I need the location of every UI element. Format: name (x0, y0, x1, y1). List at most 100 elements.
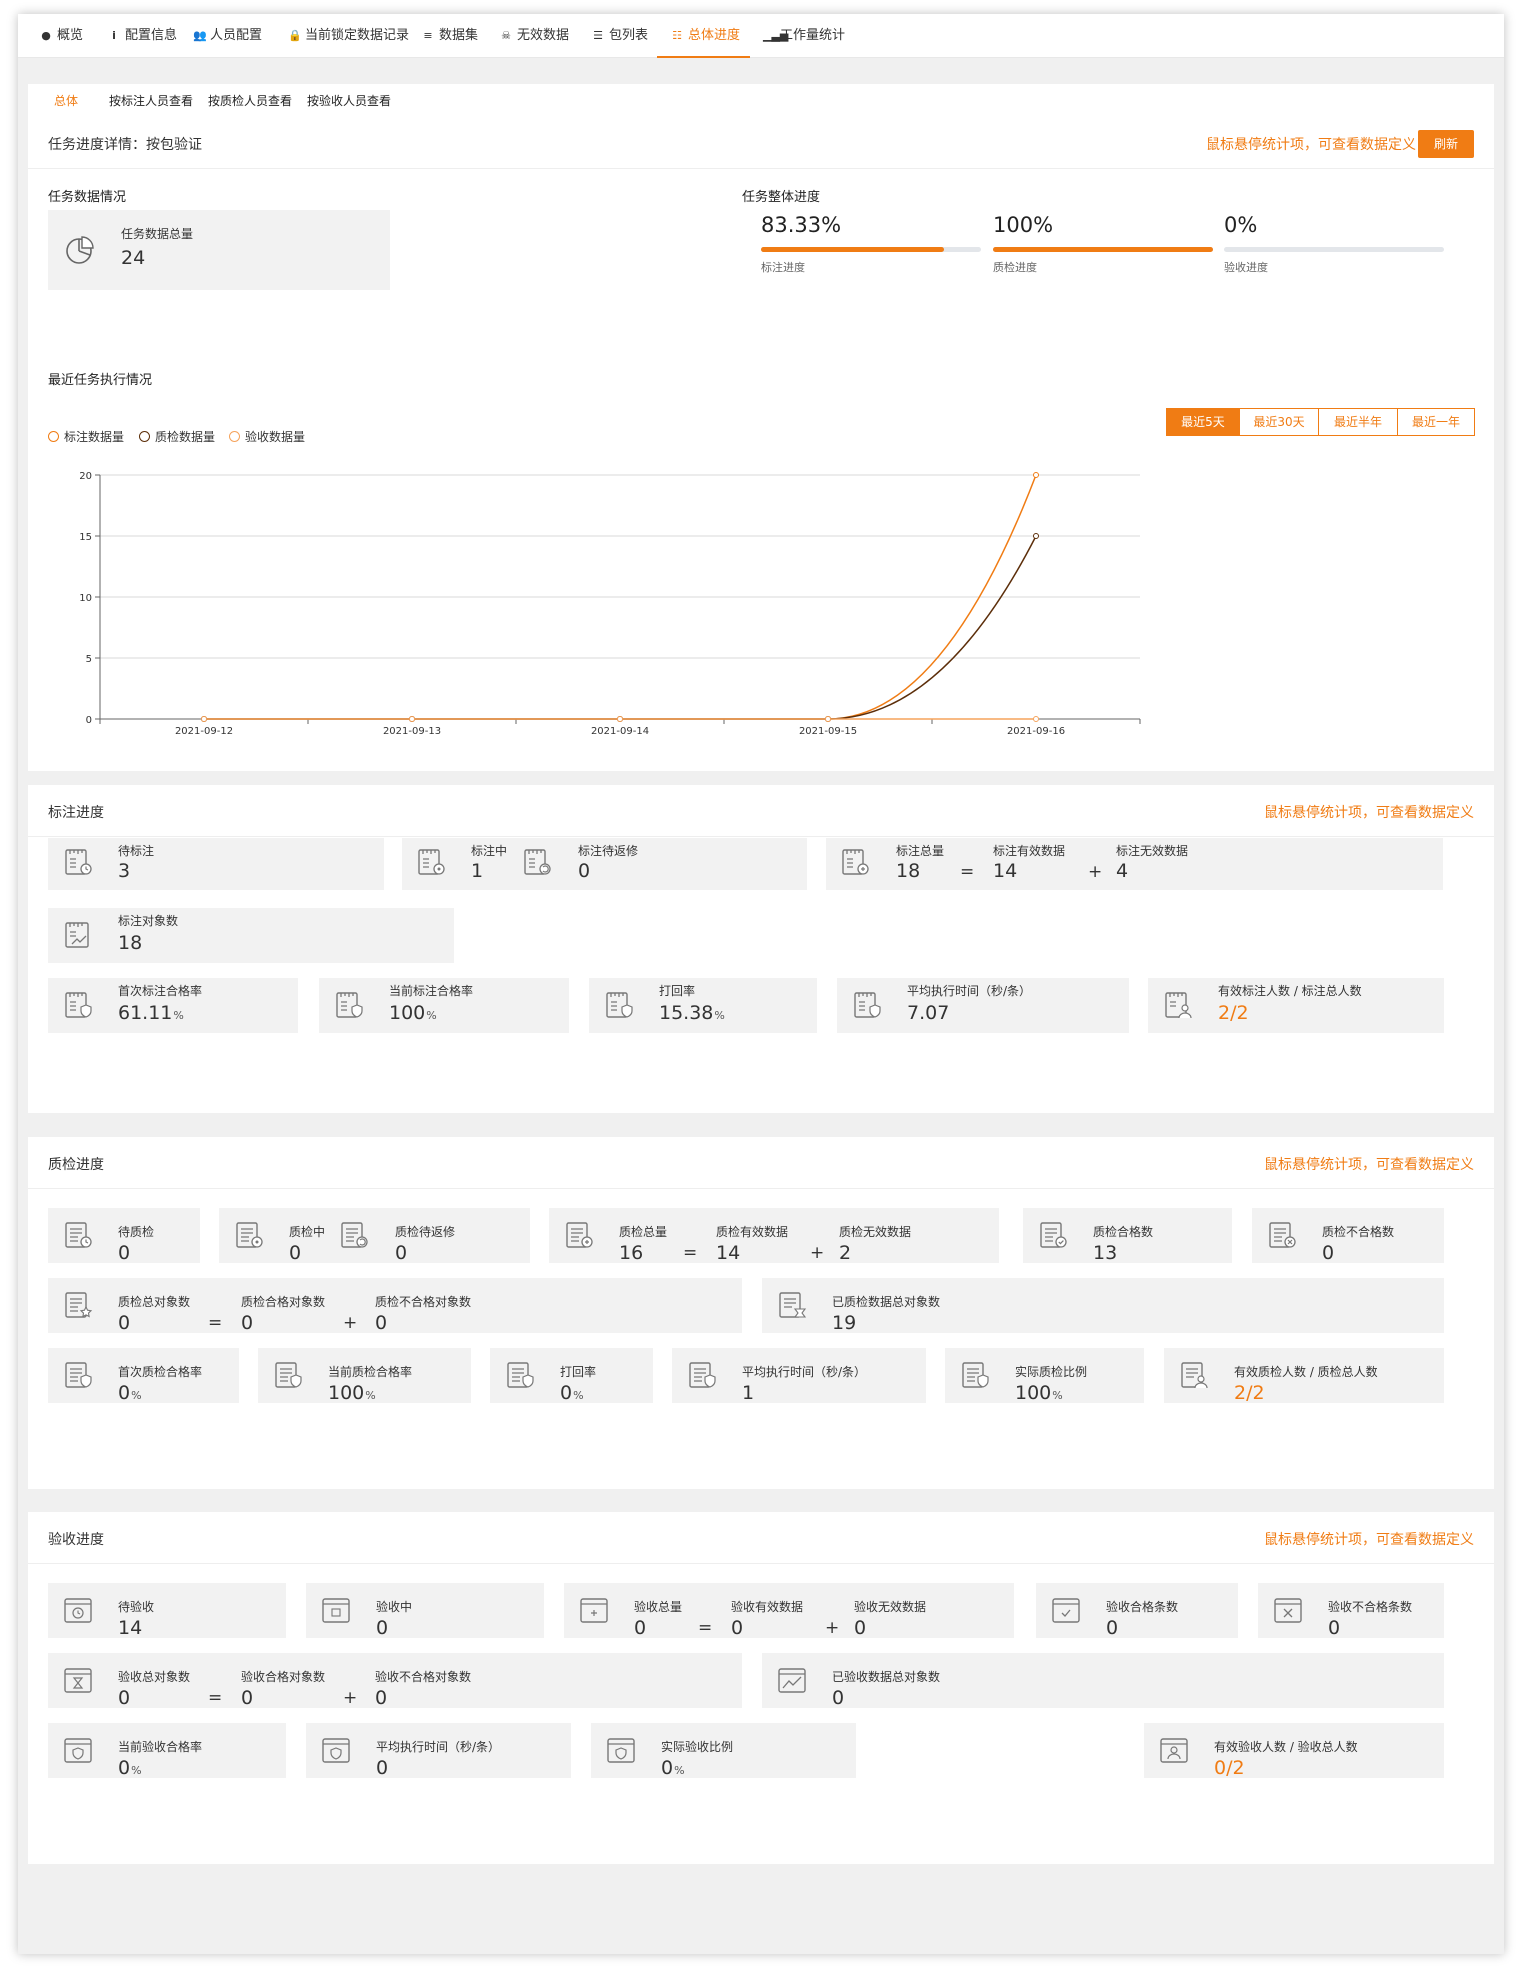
qc-fail-count-value: 0 (1322, 1242, 1335, 1264)
legend-qc[interactable]: 质检数据量 (139, 428, 215, 445)
acceptance-pass-card: 验收合格条数 0 (1036, 1583, 1238, 1639)
range-30-days[interactable]: 最近30天 (1239, 408, 1319, 436)
pending-acceptance-value: 14 (118, 1617, 143, 1639)
tab-workload[interactable]: ▁▃▅工作量统计 (763, 14, 845, 58)
qc-pass-count-value: 13 (1093, 1242, 1118, 1264)
qc-return-rate-card: 打回率 0% (490, 1348, 653, 1404)
qc-return-rate-icon (507, 1362, 534, 1388)
equals-sign: = (960, 862, 975, 882)
x-tick-label: 2021-09-16 (1007, 726, 1065, 737)
annotators-label: 有效标注人数 / 标注总人数 (1218, 984, 1362, 998)
acceptance-fail-value: 0 (1328, 1617, 1341, 1639)
legend-dot (48, 431, 59, 442)
pending-qc-label: 待质检 (118, 1225, 155, 1239)
y-tick-label: 10 (79, 593, 92, 604)
pending-acceptance-label: 待验收 (118, 1600, 155, 1614)
acceptance-obj-pass-value: 0 (241, 1687, 254, 1709)
qc-user-icon (1181, 1362, 1208, 1389)
x-tick-label: 2021-09-14 (591, 726, 649, 737)
qc-objects-card: 质检总对象数 0 = 质检合格对象数 0 + 质检不合格对象数 0 (48, 1278, 742, 1334)
pending-annotation-value: 3 (118, 860, 131, 882)
pending-annotation-card: 待标注 3 (48, 838, 384, 890)
annotation-progress-fill (761, 247, 945, 252)
range-5-days[interactable]: 最近5天 (1166, 408, 1240, 436)
y-tick-label: 0 (86, 715, 92, 726)
annotation-total-label: 标注总量 (896, 844, 945, 858)
acceptance-avg-time-card: 平均执行时间（秒/条） 0 (306, 1723, 571, 1779)
overview-header: 任务进度详情：按包验证 鼠标悬停统计项，可查看数据定义 刷新 (28, 117, 1494, 169)
qc-progress: 100% 质检进度 (993, 213, 1213, 274)
qc-people-value: 2/2 (1234, 1382, 1265, 1404)
annotation-invalid-label: 标注无效数据 (1116, 844, 1189, 858)
acceptance-obj-total-value: 0 (118, 1687, 131, 1709)
acceptance-avg-time-icon (322, 1738, 350, 1763)
plus-sign: + (343, 1313, 358, 1333)
qc-avg-time-card: 平均执行时间（秒/条） 1 (672, 1348, 926, 1404)
acceptance-pass-label: 验收合格条数 (1106, 1600, 1179, 1614)
hover-hint: 鼠标悬停统计项，可查看数据定义 (1264, 805, 1474, 821)
range-half-year[interactable]: 最近半年 (1318, 408, 1398, 436)
tab-overview[interactable]: ● 概览 (40, 14, 83, 58)
qc-objects-icon (65, 1292, 93, 1318)
tab-overall-progress[interactable]: ☷ 总体进度 (657, 14, 750, 58)
annotating-icon (418, 849, 445, 875)
avg-time-value: 7.07 (907, 1002, 950, 1024)
acceptance-people-card: 有效验收人数 / 验收总人数 0/2 (1144, 1723, 1444, 1779)
plus-sign: + (1088, 862, 1103, 882)
x-tick-label: 2021-09-12 (175, 726, 233, 737)
qc-people-card: 有效质检人数 / 质检总人数 2/2 (1164, 1348, 1444, 1404)
avg-time-label: 平均执行时间（秒/条） (907, 984, 1032, 998)
annotation-objects-value: 18 (118, 932, 143, 954)
annotation-header: 标注进度 鼠标悬停统计项，可查看数据定义 (28, 785, 1494, 837)
tab-invalid-data[interactable]: ☠ 无效数据 (500, 14, 569, 58)
total-data-label: 任务数据总量 (121, 227, 194, 241)
tab-locked-records[interactable]: 🔒 当前锁定数据记录 (288, 14, 409, 58)
annotating-label: 标注中 (471, 844, 508, 858)
range-one-year[interactable]: 最近一年 (1397, 408, 1475, 436)
hourglass-icon (64, 1668, 92, 1693)
annotation-objects-label: 标注对象数 (118, 914, 179, 928)
legend-annotation[interactable]: 标注数据量 (48, 428, 124, 445)
pending-acceptance-icon (64, 1598, 92, 1623)
signal-icon: ▁▃▅ (763, 29, 789, 42)
tab-package-list[interactable]: ☰ 包列表 (592, 14, 648, 58)
legend-acceptance[interactable]: 验收数据量 (229, 428, 305, 445)
annotation-valid-value: 14 (993, 860, 1018, 882)
accepted-objects-value: 0 (832, 1687, 845, 1709)
pending-qc-card: 待质检 0 (48, 1208, 200, 1264)
current-pass-rate-card: 当前标注合格率 100% (319, 978, 569, 1033)
top-nav: ● 概览 i 配置信息 👥 人员配置 🔒 当前锁定数据记录 ≡ 数据集 ☠ 无效数据 ☰ 包列… (18, 14, 1504, 58)
data-point (1033, 533, 1039, 539)
pie-chart-icon (66, 236, 94, 264)
annotation-total-value: 18 (896, 860, 921, 882)
sliders-icon: ☷ (672, 29, 682, 42)
equals-sign: = (698, 1618, 713, 1638)
tab-personnel[interactable]: 👥 人员配置 (193, 14, 262, 58)
qc-rework-label: 质检待返修 (395, 1225, 456, 1239)
qc-return-rate-value: 0% (560, 1382, 584, 1404)
tab-dataset[interactable]: ≡ 数据集 (422, 14, 478, 58)
refresh-button[interactable]: 刷新 (1418, 130, 1474, 158)
qc-title: 质检进度 (48, 1157, 104, 1173)
acceptance-current-pass-card: 当前验收合格率 0% (48, 1723, 286, 1779)
acceptance-progress-value: 0% (1224, 213, 1258, 237)
qc-total-label: 质检总量 (619, 1225, 668, 1239)
qc-obj-fail-value: 0 (375, 1312, 388, 1334)
acceptance-ratio-card: 实际验收比例 0% (591, 1723, 856, 1779)
acceptance-fail-label: 验收不合格条数 (1328, 1600, 1413, 1614)
return-rate-card: 打回率 15.38% (589, 978, 817, 1033)
qc-first-pass-label: 首次质检合格率 (118, 1365, 203, 1379)
tab-config[interactable]: i 配置信息 (108, 14, 177, 58)
qc-current-pass-card: 当前质检合格率 100% (258, 1348, 471, 1404)
qc-rework-icon (341, 1222, 368, 1248)
pending-annotation-label: 待标注 (118, 844, 155, 858)
qc-current-pass-icon (275, 1362, 302, 1388)
clock-icon: ● (41, 29, 51, 42)
acceptance-total-value: 0 (634, 1617, 647, 1639)
qc-ratio-card: 实际质检比例 100% (945, 1348, 1144, 1404)
hover-hint: 鼠标悬停统计项，可查看数据定义 (1264, 1157, 1474, 1173)
acceptance-total-label: 验收总量 (634, 1600, 683, 1614)
return-rate-label: 打回率 (659, 984, 696, 998)
qc-progress-bar (993, 247, 1213, 252)
acceptance-header: 验收进度 鼠标悬停统计项，可查看数据定义 (28, 1512, 1494, 1564)
